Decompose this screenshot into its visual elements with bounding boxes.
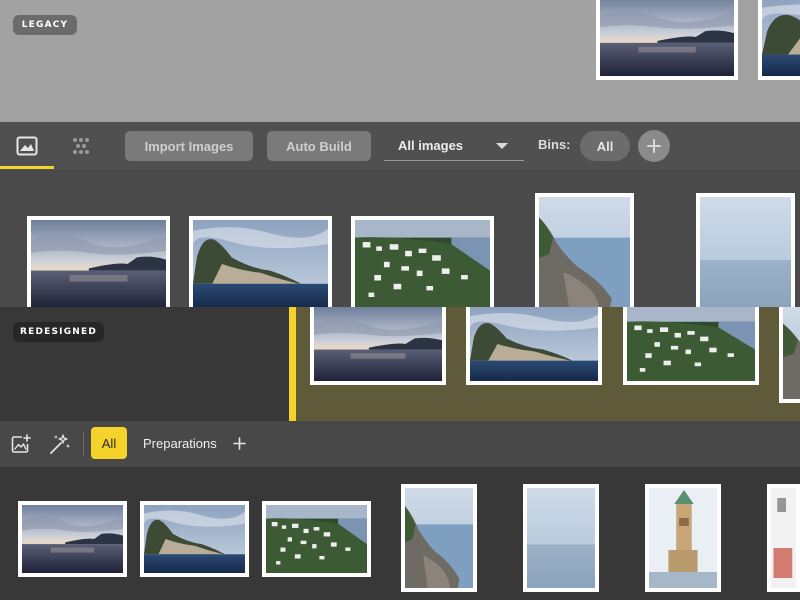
strip-photo-headland[interactable]	[189, 216, 332, 307]
filter-preparations-tab[interactable]: Preparations	[143, 436, 217, 451]
tab-layouts[interactable]	[54, 122, 108, 170]
filter-all-chip[interactable]: All	[91, 427, 127, 459]
image-filter-select[interactable]: All images	[384, 131, 524, 161]
legacy-toolbar: Import Images Auto Build All images Bins…	[0, 122, 800, 170]
plus-icon	[647, 139, 661, 153]
strip-photo-sea[interactable]	[523, 484, 599, 592]
bin-all-chip[interactable]: All	[580, 131, 630, 161]
redesigned-preview-area: REDESIGNED	[0, 307, 800, 421]
chevron-down-icon	[496, 143, 508, 149]
image-filter-value: All images	[398, 138, 464, 153]
import-images-button[interactable]: Import Images	[125, 131, 253, 161]
add-image-icon	[11, 434, 31, 453]
auto-build-button[interactable]	[47, 430, 73, 458]
dots-grid-icon	[73, 138, 89, 154]
redesigned-toolbar: All Preparations	[0, 421, 800, 467]
strip-photo-cliff[interactable]	[401, 484, 477, 592]
redesigned-badge: REDESIGNED	[13, 322, 104, 342]
dropped-photo-village[interactable]	[623, 307, 759, 385]
strip-photo-tower[interactable]	[645, 484, 721, 592]
strip-photo-white-building[interactable]	[767, 484, 800, 592]
drop-indicator	[289, 307, 296, 421]
strip-photo-village[interactable]	[351, 216, 494, 307]
strip-photo-village[interactable]	[262, 501, 371, 577]
dropped-photo-sunset[interactable]	[310, 307, 446, 385]
bins-label: Bins:	[538, 137, 571, 152]
add-bin-button[interactable]	[638, 130, 670, 162]
strip-photo-headland[interactable]	[140, 501, 249, 577]
redesigned-image-strip	[0, 467, 800, 600]
plus-icon	[232, 436, 246, 450]
legacy-image-strip	[0, 170, 800, 307]
dropped-photo-cliff[interactable]	[779, 307, 800, 403]
sparkle-wand-icon	[50, 434, 70, 454]
toolbar-divider	[83, 432, 84, 456]
add-filter-button[interactable]	[229, 432, 249, 454]
strip-photo-sea[interactable]	[696, 193, 795, 307]
active-tab-indicator	[0, 166, 54, 169]
tab-images[interactable]	[0, 122, 54, 170]
legacy-badge: LEGACY	[13, 15, 77, 35]
strip-photo-sunset[interactable]	[18, 501, 127, 577]
drop-zone[interactable]	[296, 307, 800, 421]
dropped-photo-headland[interactable]	[466, 307, 602, 385]
strip-photo-cliff[interactable]	[535, 193, 634, 307]
image-icon	[16, 136, 38, 156]
auto-build-button[interactable]: Auto Build	[267, 131, 371, 161]
preview-photo-sunset[interactable]	[596, 0, 738, 80]
legacy-preview-area: LEGACY	[0, 0, 800, 122]
preview-photo-headland[interactable]	[758, 0, 800, 80]
add-images-button[interactable]	[8, 430, 34, 458]
strip-photo-sunset[interactable]	[27, 216, 170, 307]
